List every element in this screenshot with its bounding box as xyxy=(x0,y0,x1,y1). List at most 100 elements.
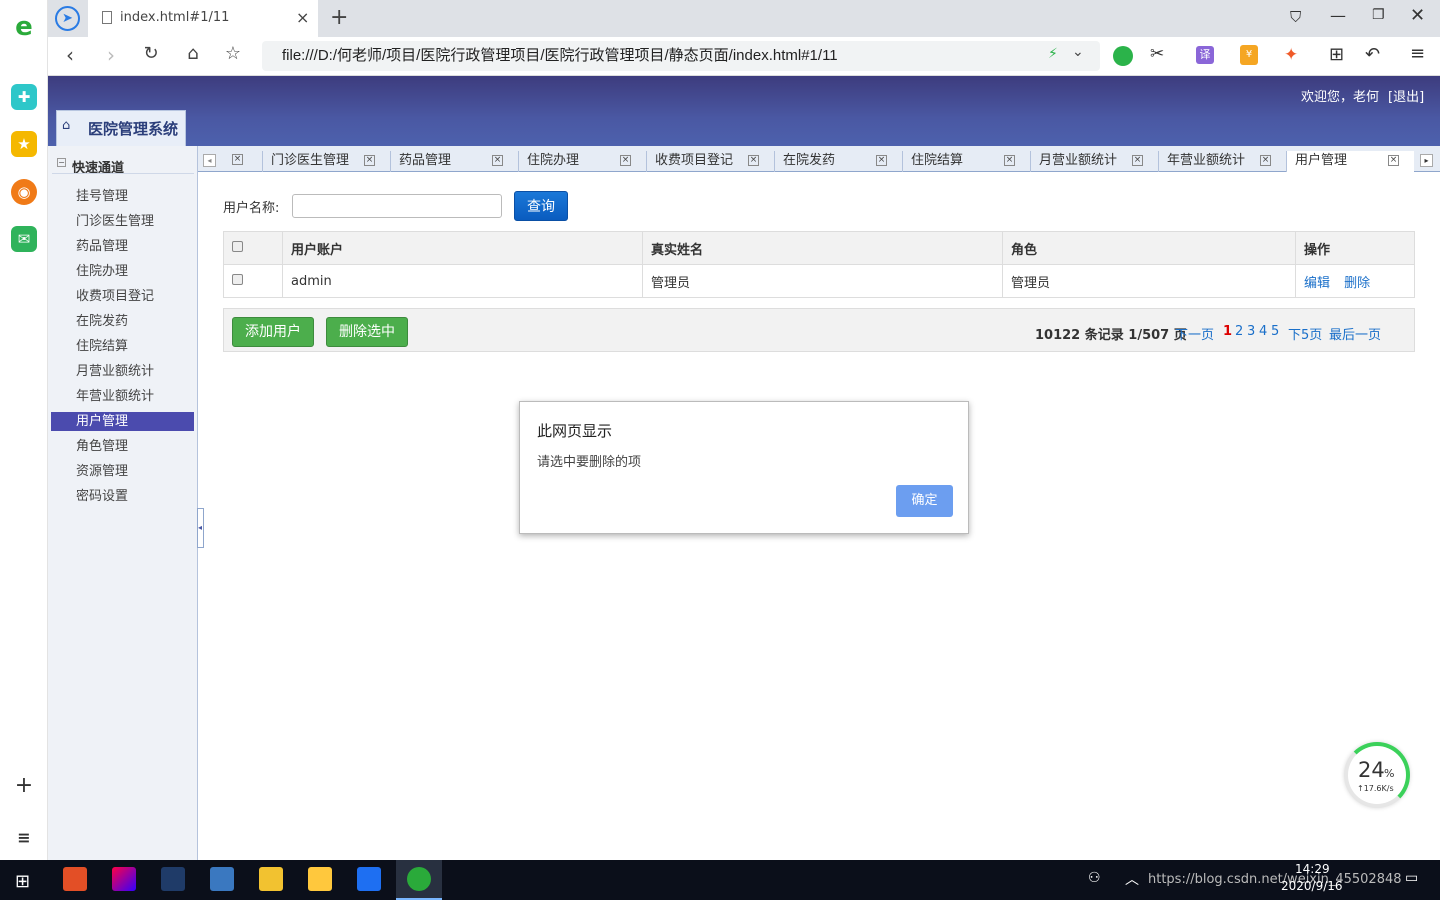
nav-item[interactable]: 门诊医生管理 xyxy=(51,212,194,231)
nav-item[interactable]: 角色管理 xyxy=(51,437,194,456)
tab-close-icon[interactable]: × xyxy=(1004,155,1015,166)
eclipse-icon[interactable] xyxy=(161,867,185,891)
tab-close-icon[interactable]: × xyxy=(876,155,887,166)
edit-link[interactable]: 编辑 xyxy=(1304,276,1330,291)
last-page-link[interactable]: 最后一页 xyxy=(1329,324,1381,343)
browser-taskbar-icon xyxy=(407,867,431,891)
cut-icon[interactable]: ✂ xyxy=(1150,44,1164,64)
files-icon[interactable] xyxy=(259,867,283,891)
tab-close-icon[interactable]: × xyxy=(1388,155,1399,166)
page-4-link[interactable]: 4 xyxy=(1259,324,1267,339)
welcome-text: 欢迎您，老何 xyxy=(1301,90,1380,105)
grid-icon[interactable]: ⊞ xyxy=(1329,44,1344,65)
select-all-checkbox[interactable] xyxy=(232,240,243,252)
weibo-icon[interactable]: ◉ xyxy=(11,179,37,205)
apps-icon[interactable]: ✚ xyxy=(11,84,37,110)
new-tab-icon[interactable]: + xyxy=(330,5,348,30)
control-panel-icon[interactable] xyxy=(210,867,234,891)
dialog-ok-button[interactable]: 确定 xyxy=(896,485,953,517)
nav-item[interactable]: 在院发药 xyxy=(51,312,194,331)
tab-close-icon[interactable]: × xyxy=(232,154,243,165)
username-search-input[interactable] xyxy=(292,194,502,218)
scroll-left-icon[interactable]: ◂ xyxy=(203,154,216,167)
tab-close-icon[interactable]: × xyxy=(1132,155,1143,166)
forward-icon[interactable]: › xyxy=(98,43,124,67)
next-page-link[interactable]: 下一页 xyxy=(1175,324,1214,343)
pagination-summary: 10122 条记录 1/507 页 xyxy=(1035,328,1187,343)
scroll-right-icon[interactable]: ▸ xyxy=(1420,154,1433,167)
people-icon[interactable]: ⚇ xyxy=(1088,870,1101,886)
query-button[interactable]: 查询 xyxy=(514,191,568,221)
reload-icon[interactable]: ↻ xyxy=(138,43,164,64)
star-icon[interactable]: ☆ xyxy=(220,43,246,64)
minimize-icon[interactable]: — xyxy=(1330,6,1346,25)
nav-item[interactable]: 年营业额统计 xyxy=(51,387,194,406)
nav-item[interactable]: 住院办理 xyxy=(51,262,194,281)
collapse-icon[interactable]: − xyxy=(57,158,66,167)
page-tab[interactable]: 收费项目登记 × xyxy=(646,151,774,172)
nav-item[interactable]: 挂号管理 xyxy=(51,187,194,206)
navigate-icon[interactable]: ➤ xyxy=(55,6,80,31)
back-icon[interactable]: ‹ xyxy=(57,43,83,67)
tray-up-icon[interactable]: ︿ xyxy=(1125,869,1139,889)
page-tab[interactable]: 住院结算 × xyxy=(902,151,1030,172)
home-icon[interactable]: ⌂ xyxy=(180,43,206,64)
shirt-icon[interactable]: ⛉ xyxy=(1290,8,1301,26)
browser-tab[interactable]: index.html#1/11 × xyxy=(88,0,318,37)
add-icon[interactable]: + xyxy=(11,772,37,798)
tab-close-icon[interactable]: × xyxy=(492,155,503,166)
page-tab[interactable]: 住院办理 × xyxy=(518,151,646,172)
speed-percent: 24 xyxy=(1358,758,1385,782)
undo-icon[interactable]: ↶ xyxy=(1365,44,1380,65)
taskbar-browser-active[interactable] xyxy=(396,860,442,900)
speed-widget[interactable]: 24 % ↑17.6K/s xyxy=(1344,742,1410,808)
dropdown-icon[interactable]: ⌄ xyxy=(1072,44,1084,60)
translate-icon[interactable]: 译 xyxy=(1196,46,1214,64)
page-tab[interactable]: 年营业额统计 × xyxy=(1158,151,1286,172)
menu-list-icon[interactable]: ≡ xyxy=(11,824,37,850)
shield-icon[interactable]: ¥ xyxy=(1240,45,1258,65)
page-tab[interactable]: 门诊医生管理 × xyxy=(262,151,390,172)
page-tab[interactable]: 药品管理 × xyxy=(390,151,518,172)
page-tab[interactable]: 月营业额统计 × xyxy=(1030,151,1158,172)
delete-link[interactable]: 删除 xyxy=(1344,276,1370,291)
page-5-link[interactable]: 5 xyxy=(1271,324,1279,339)
page-tab[interactable]: 用户管理 × xyxy=(1286,151,1414,172)
game-icon[interactable]: ✦ xyxy=(1284,45,1298,65)
collapse-handle[interactable]: ◂ xyxy=(197,508,204,548)
nav-item[interactable]: 月营业额统计 xyxy=(51,362,194,381)
page-2-link[interactable]: 2 xyxy=(1235,324,1243,339)
notification-icon[interactable]: ▭ xyxy=(1405,870,1418,886)
nav-item[interactable]: 住院结算 xyxy=(51,337,194,356)
windows-start-icon[interactable]: ⊞ xyxy=(15,871,30,892)
delete-selected-button[interactable]: 删除选中 xyxy=(326,317,408,347)
app-blue-icon[interactable] xyxy=(357,867,381,891)
mail-icon[interactable]: ✉ xyxy=(11,226,37,252)
next-5-pages-link[interactable]: 下5页 xyxy=(1288,324,1322,343)
nav-item[interactable]: 资源管理 xyxy=(51,462,194,481)
page-tab[interactable]: 在院发药 × xyxy=(774,151,902,172)
nav-item[interactable]: 收费项目登记 xyxy=(51,287,194,306)
explorer-icon[interactable] xyxy=(308,867,332,891)
hbuilder-icon[interactable] xyxy=(63,867,87,891)
close-window-icon[interactable]: ✕ xyxy=(1410,5,1425,26)
close-tab-icon[interactable]: × xyxy=(296,8,309,27)
menu-icon[interactable]: ≡ xyxy=(1410,43,1425,64)
address-bar[interactable]: file:///D:/何老师/项目/医院行政管理项目/医院行政管理项目/静态页面… xyxy=(262,41,1100,71)
extension-green-icon[interactable] xyxy=(1113,46,1133,66)
nav-item[interactable]: 药品管理 xyxy=(51,237,194,256)
lightning-icon[interactable]: ⚡ xyxy=(1048,46,1058,62)
tab-close-icon[interactable]: × xyxy=(620,155,631,166)
tab-close-icon[interactable]: × xyxy=(748,155,759,166)
row-checkbox[interactable] xyxy=(232,273,243,285)
nav-item[interactable]: 密码设置 xyxy=(51,487,194,506)
restore-icon[interactable]: ❐ xyxy=(1372,7,1385,23)
idea-icon[interactable] xyxy=(112,867,136,891)
tab-close-icon[interactable]: × xyxy=(1260,155,1271,166)
logout-link[interactable]: [退出] xyxy=(1388,86,1424,105)
page-3-link[interactable]: 3 xyxy=(1247,324,1255,339)
favorites-icon[interactable]: ★ xyxy=(11,131,37,157)
add-user-button[interactable]: 添加用户 xyxy=(232,317,314,347)
tab-close-icon[interactable]: × xyxy=(364,155,375,166)
nav-item[interactable]: 用户管理 xyxy=(51,412,194,431)
